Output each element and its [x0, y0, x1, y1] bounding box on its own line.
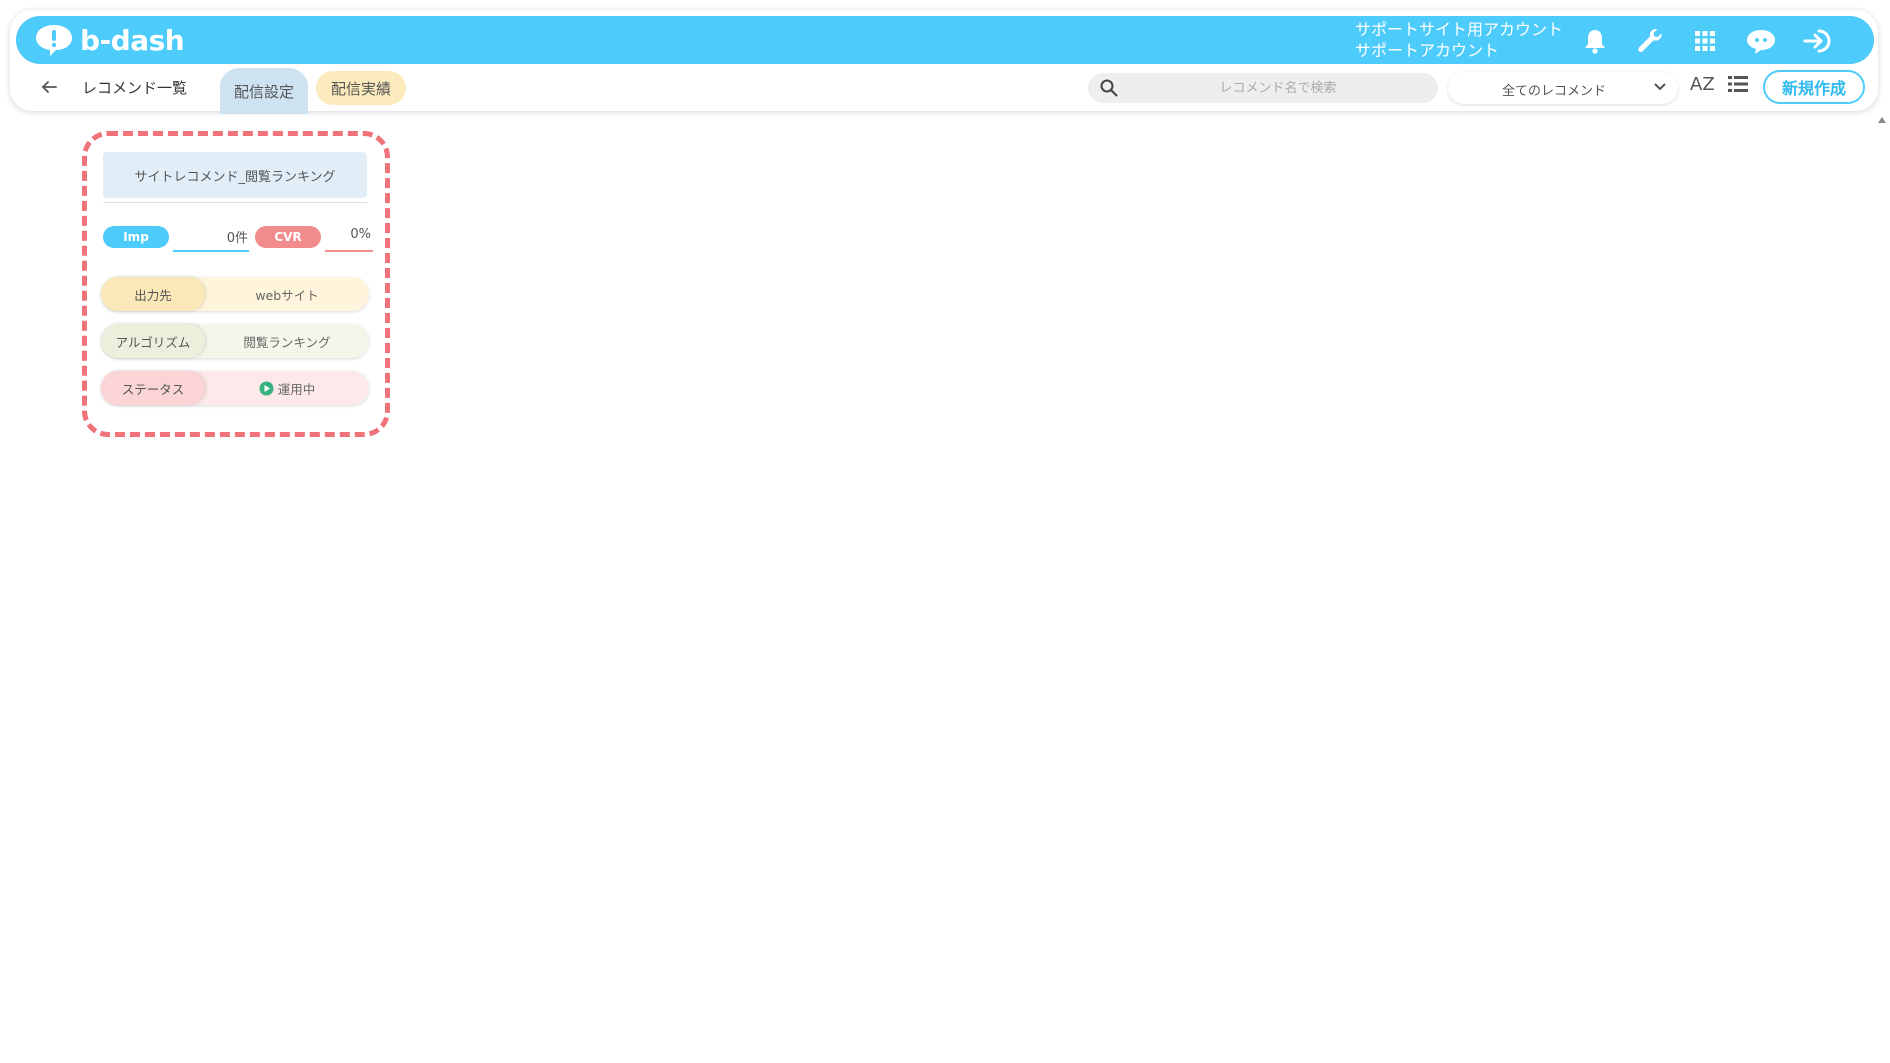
- tab-delivery-results[interactable]: 配信実績: [316, 71, 406, 105]
- recommend-filter-select[interactable]: 全てのレコメンド: [1448, 72, 1678, 104]
- imp-underline: [173, 250, 249, 252]
- search-input[interactable]: [1128, 73, 1428, 103]
- cvr-underline: [325, 250, 373, 252]
- output-destination-value: webサイト: [255, 287, 319, 303]
- account-site-name: サポートサイト用アカウント: [1355, 20, 1564, 39]
- imp-badge: Imp: [103, 226, 169, 248]
- apps-grid-icon[interactable]: [1688, 24, 1722, 58]
- breadcrumb-recommend-list[interactable]: レコメンド一覧: [82, 77, 187, 98]
- list-view-icon[interactable]: [1728, 75, 1748, 97]
- status-value-container: 運用中: [205, 371, 369, 405]
- imp-value: 0件: [226, 231, 248, 246]
- sub-toolbar: レコメンド一覧 配信設定 配信実績 全てのレコメンド AZ 新規作成: [10, 64, 1878, 114]
- algorithm-row: アルゴリズム 閲覧ランキング: [101, 324, 369, 358]
- sort-az-icon[interactable]: AZ: [1690, 74, 1715, 95]
- top-navigation-bar: b-dash サポートサイト用アカウント サポートアカウント: [16, 16, 1874, 64]
- account-user-name: サポートアカウント: [1355, 41, 1500, 60]
- bell-icon[interactable]: [1578, 24, 1612, 58]
- play-circle-icon: [259, 381, 274, 396]
- logo-text: b-dash: [80, 23, 185, 57]
- search-icon: [1100, 79, 1118, 101]
- status-value: 運用中: [277, 381, 316, 397]
- cvr-value: 0%: [350, 227, 371, 242]
- status-row: ステータス 運用中: [101, 371, 369, 405]
- scrollbar-up-arrow[interactable]: [1878, 117, 1886, 123]
- recommend-card[interactable]: サイトレコメンド_閲覧ランキング Imp 0件 CVR 0% 出力先 webサイ…: [96, 144, 376, 422]
- output-destination-label: 出力先: [101, 277, 205, 311]
- account-info[interactable]: サポートサイト用アカウント サポートアカウント: [1355, 19, 1563, 61]
- new-recommend-button[interactable]: 新規作成: [1763, 70, 1865, 104]
- algorithm-label: アルゴリズム: [101, 324, 205, 358]
- logout-icon[interactable]: [1800, 24, 1834, 58]
- status-label: ステータス: [101, 371, 205, 405]
- algorithm-value: 閲覧ランキング: [243, 334, 331, 350]
- b-dash-logo[interactable]: b-dash: [34, 22, 185, 58]
- filter-selected-value: 全てのレコメンド: [1502, 84, 1607, 99]
- wrench-icon[interactable]: [1633, 24, 1667, 58]
- tab-delivery-settings[interactable]: 配信設定: [220, 68, 308, 114]
- chevron-down-icon: [1654, 81, 1666, 96]
- chatbot-icon[interactable]: [1744, 24, 1778, 58]
- cvr-badge: CVR: [255, 226, 321, 248]
- logo-bubble-icon: [34, 23, 74, 57]
- back-arrow-icon[interactable]: [36, 74, 62, 100]
- recommend-card-title[interactable]: サイトレコメンド_閲覧ランキング: [103, 152, 367, 203]
- output-destination-row: 出力先 webサイト: [101, 277, 369, 311]
- search-box[interactable]: [1088, 73, 1438, 103]
